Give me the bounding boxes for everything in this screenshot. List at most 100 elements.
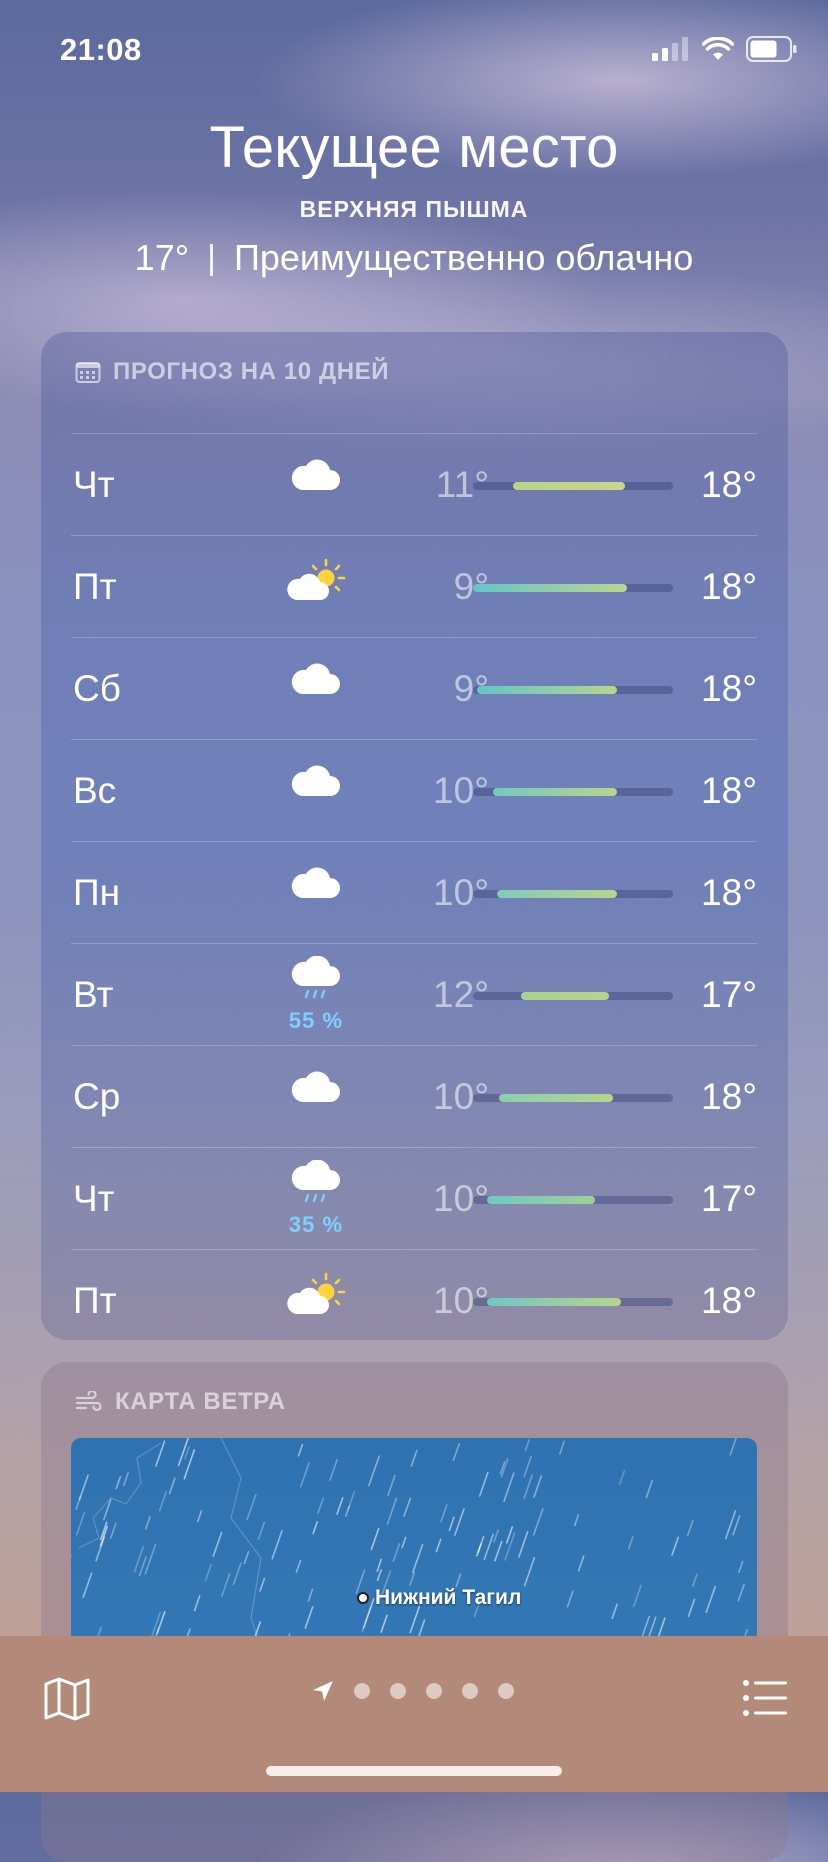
temperature-range-fill [521, 992, 609, 1000]
forecast-high: 18° [701, 668, 757, 710]
temperature-range-bar [473, 686, 673, 694]
temperature-range-fill [477, 686, 617, 694]
list-icon[interactable] [742, 1678, 788, 1718]
separator: | [207, 239, 216, 278]
page-dot[interactable] [462, 1683, 478, 1699]
temperature-range-fill [493, 788, 617, 796]
forecast-row: Чт 35 %10° 17° [71, 1147, 757, 1249]
wind-icon [75, 1391, 103, 1413]
forecast-row: Вт 55 %12° 17° [71, 943, 757, 1045]
map-icon[interactable] [42, 1674, 92, 1724]
location-arrow-icon [312, 1680, 334, 1702]
status-time: 21:08 [60, 32, 142, 68]
forecast-row: Вс 10° 18° [71, 739, 757, 841]
status-icons [652, 36, 798, 62]
cloud-icon [281, 456, 351, 512]
status-bar: 21:08 [0, 0, 828, 100]
forecast-list: Чт 11° 18° Пт 9° 18° Сб 9° 18° Вс 10° 18° Пн 10° 18° Вт… [71, 433, 757, 1351]
temperature-range-bar [473, 1094, 673, 1102]
forecast-high: 18° [701, 1076, 757, 1118]
cellular-signal-icon [652, 37, 690, 61]
forecast-row: Ср 10° 18° [71, 1045, 757, 1147]
forecast-row: Пн 10° 18° [71, 841, 757, 943]
forecast-low: 12° [349, 974, 489, 1016]
temperature-range-fill [513, 482, 625, 490]
forecast-day: Чт [73, 464, 115, 506]
temperature-range-fill [499, 1094, 613, 1102]
forecast-row: Сб 9° 18° [71, 637, 757, 739]
page-dot[interactable] [426, 1683, 442, 1699]
temperature-range-bar [473, 1298, 673, 1306]
forecast-high: 17° [701, 1178, 757, 1220]
bottom-toolbar [0, 1636, 828, 1792]
forecast-high: 18° [701, 872, 757, 914]
map-city-label: Нижний Тагил [375, 1586, 521, 1610]
forecast-low: 10° [349, 872, 489, 914]
temperature-range-bar [473, 788, 673, 796]
forecast-low: 9° [349, 566, 489, 608]
precip-chance: 55 % [271, 1008, 361, 1034]
precip-chance: 35 % [271, 1212, 361, 1238]
home-indicator[interactable] [266, 1766, 562, 1776]
rain-cloud-icon [281, 1160, 351, 1216]
battery-icon [746, 36, 798, 62]
forecast-day: Пт [73, 566, 117, 608]
forecast-low: 10° [349, 1280, 489, 1322]
forecast-high: 18° [701, 1280, 757, 1322]
forecast-high: 17° [701, 974, 757, 1016]
forecast-row: Чт 11° 18° [71, 433, 757, 535]
forecast-header-label: ПРОГНОЗ НА 10 ДНЕЙ [113, 358, 389, 386]
forecast-high: 18° [701, 464, 757, 506]
forecast-low: 9° [349, 668, 489, 710]
temperature-range-bar [473, 584, 673, 592]
forecast-header: ПРОГНОЗ НА 10 ДНЕЙ [75, 358, 389, 386]
location-title: Текущее место [0, 112, 828, 184]
temperature-range-fill [497, 890, 617, 898]
temperature-range-bar [473, 890, 673, 898]
rain-cloud-icon [281, 956, 351, 1012]
forecast-day: Ср [73, 1076, 120, 1118]
forecast-low: 10° [349, 1178, 489, 1220]
city-dot [357, 1592, 369, 1604]
forecast-row: Пт 10° 18° [71, 1249, 757, 1351]
forecast-low: 10° [349, 770, 489, 812]
forecast-day: Вт [73, 974, 113, 1016]
forecast-day: Пн [73, 872, 120, 914]
location-subtitle: ВЕРХНЯЯ ПЫШМА [0, 196, 828, 223]
temperature-range-fill [487, 1298, 621, 1306]
current-temperature: 17° [135, 237, 189, 279]
cloud-icon [281, 660, 351, 716]
forecast-low: 11° [349, 464, 489, 506]
forecast-low: 10° [349, 1076, 489, 1118]
calendar-icon [75, 360, 101, 384]
map-city-marker[interactable]: Нижний Тагил [357, 1586, 521, 1610]
forecast-card[interactable]: ПРОГНОЗ НА 10 ДНЕЙ Чт 11° 18° Пт 9° 18° Сб 9° 18… [41, 332, 788, 1340]
partly-sunny-icon [281, 558, 351, 614]
page-dot[interactable] [498, 1683, 514, 1699]
wind-map-header-label: КАРТА ВЕТРА [115, 1388, 286, 1416]
temperature-range-bar [473, 482, 673, 490]
forecast-day: Пт [73, 1280, 117, 1322]
temperature-range-bar [473, 1196, 673, 1204]
wifi-icon [702, 37, 734, 61]
current-condition: Преимущественно облачно [234, 237, 693, 279]
location-header: Текущее место ВЕРХНЯЯ ПЫШМА 17° | Преиму… [0, 112, 828, 279]
temperature-range-fill [487, 1196, 595, 1204]
cloud-icon [281, 762, 351, 818]
forecast-high: 18° [701, 566, 757, 608]
page-indicator[interactable] [312, 1680, 514, 1702]
current-conditions: 17° | Преимущественно облачно [0, 237, 828, 279]
forecast-day: Чт [73, 1178, 115, 1220]
forecast-high: 18° [701, 770, 757, 812]
page-dot[interactable] [354, 1683, 370, 1699]
cloud-icon [281, 864, 351, 920]
cloud-icon [281, 1068, 351, 1124]
forecast-row: Пт 9° 18° [71, 535, 757, 637]
forecast-day: Сб [73, 668, 121, 710]
temperature-range-fill [473, 584, 627, 592]
temperature-range-bar [473, 992, 673, 1000]
forecast-day: Вс [73, 770, 116, 812]
partly-sunny-icon [281, 1272, 351, 1328]
wind-map-header: КАРТА ВЕТРА [75, 1388, 286, 1416]
page-dot[interactable] [390, 1683, 406, 1699]
